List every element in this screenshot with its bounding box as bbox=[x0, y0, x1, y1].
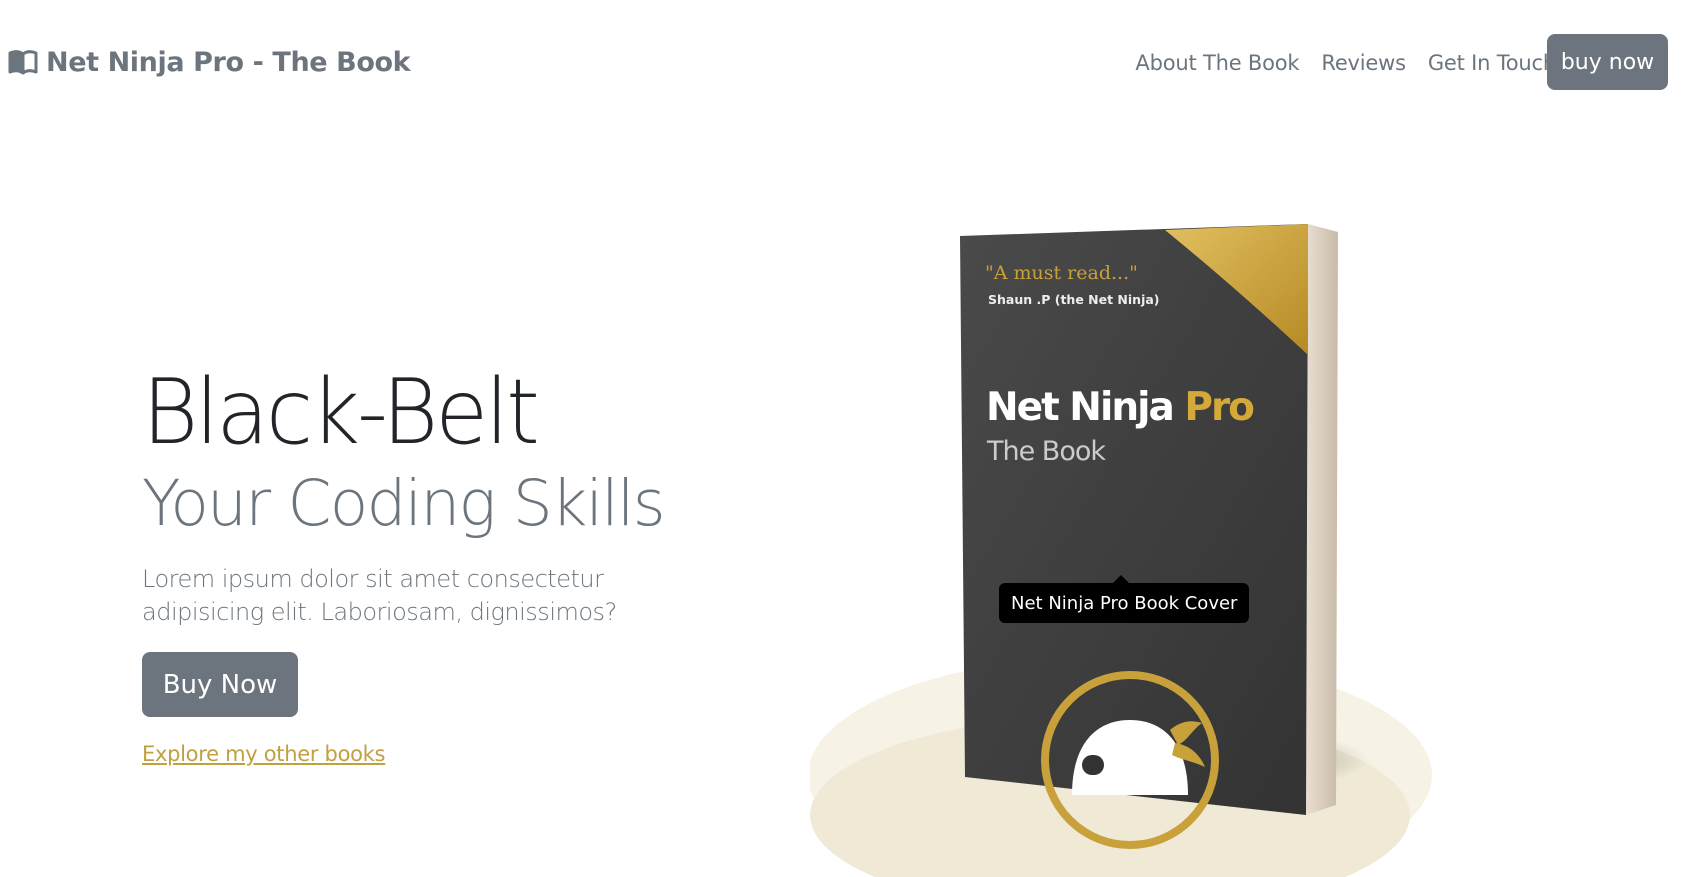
hero-buy-now-button[interactable]: Buy Now bbox=[142, 652, 298, 717]
landing-page: Net Ninja Pro - The Book About The Book … bbox=[0, 0, 1681, 877]
book-quote: "A must read..." bbox=[985, 262, 1138, 284]
book-title-main: Net Ninja bbox=[986, 385, 1173, 430]
hero-subtitle: Your Coding Skills bbox=[142, 467, 666, 540]
book-cover-image: "A must read..." Shaun .P (the Net Ninja… bbox=[810, 215, 1450, 877]
book-icon bbox=[8, 49, 38, 75]
navbar-brand[interactable]: Net Ninja Pro - The Book bbox=[8, 42, 411, 82]
explore-books-link[interactable]: Explore my other books bbox=[142, 742, 385, 766]
nav-buy-now-button[interactable]: buy now bbox=[1547, 34, 1668, 90]
book-quote-author: Shaun .P (the Net Ninja) bbox=[988, 292, 1160, 307]
hero-lead-text: Lorem ipsum dolor sit amet consectetur a… bbox=[142, 565, 617, 626]
nav-link-about[interactable]: About The Book bbox=[1135, 51, 1299, 75]
brand-title: Net Ninja Pro - The Book bbox=[46, 46, 411, 78]
nav-link-reviews[interactable]: Reviews bbox=[1321, 51, 1406, 75]
tooltip-arrow bbox=[1113, 575, 1129, 583]
svg-text:Net Ninja Pro: Net Ninja Pro bbox=[986, 385, 1254, 430]
nav-link-contact[interactable]: Get In Touch bbox=[1428, 51, 1556, 75]
nav-links: About The Book Reviews Get In Touch bbox=[1135, 45, 1556, 81]
book-cover-tooltip: Net Ninja Pro Book Cover bbox=[999, 583, 1250, 623]
book-subtitle: The Book bbox=[986, 436, 1106, 467]
book-title-accent: Pro bbox=[1184, 385, 1254, 430]
hero-title: Black-Belt bbox=[142, 360, 540, 465]
